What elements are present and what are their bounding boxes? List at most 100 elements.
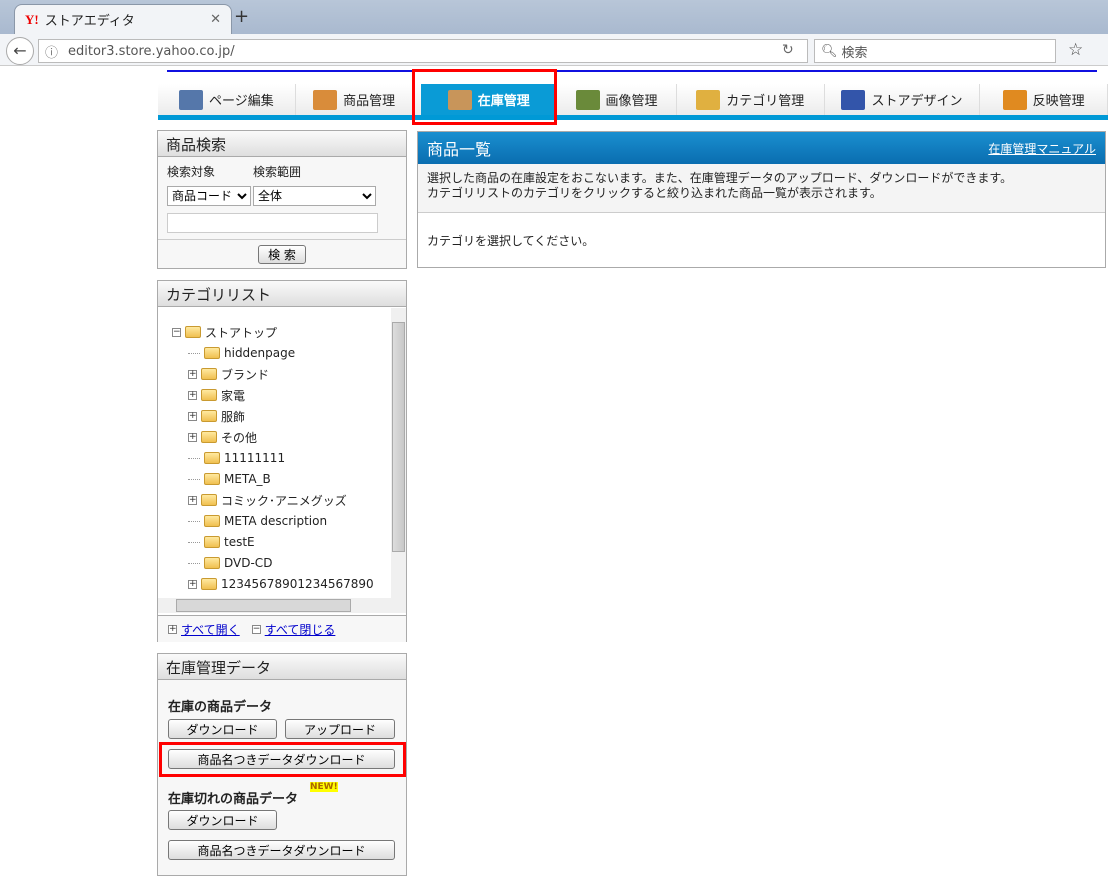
browser-search-input[interactable]: 🔍︎ 検索 (814, 39, 1056, 63)
search-scope-select[interactable]: 全体 (253, 186, 376, 206)
expand-all-link[interactable]: すべて開く (181, 621, 240, 638)
folder-icon (204, 515, 220, 527)
panel-title: 商品検索 (158, 131, 406, 157)
expand-icon[interactable]: + (188, 369, 197, 379)
search-icon: 🔍︎ (821, 43, 838, 59)
horizontal-scrollbar[interactable] (158, 598, 406, 613)
collapse-icon[interactable]: − (172, 327, 181, 337)
nav-tab[interactable]: ストアデザイン (825, 84, 981, 115)
back-arrow-icon[interactable]: ← (6, 37, 34, 65)
out-of-stock-heading: 在庫切れの商品データ (168, 792, 299, 807)
manual-link[interactable]: 在庫管理マニュアル (988, 140, 1096, 157)
category-label: コミック･アニメグッズ (221, 493, 347, 508)
nav-tab[interactable]: カテゴリ管理 (677, 84, 825, 115)
new-tab-icon[interactable]: + (234, 6, 249, 27)
category-label: 12345678901234567890 (221, 577, 374, 591)
expand-icon[interactable]: + (188, 390, 197, 400)
target-label: 検索対象 (167, 165, 216, 179)
folder-icon (204, 557, 220, 569)
page-edit-icon (178, 89, 203, 110)
search-button[interactable]: 検 索 (258, 245, 306, 264)
expand-icon[interactable]: + (188, 432, 197, 442)
description-line: カテゴリリストのカテゴリをクリックすると絞り込まれた商品一覧が表示されます。 (427, 186, 882, 200)
browser-tab-title: ストアエディタ (44, 14, 135, 29)
category-item[interactable]: META description (188, 511, 327, 531)
category-item[interactable]: META_B (188, 469, 271, 489)
collapse-all-link[interactable]: すべて閉じる (265, 621, 336, 638)
category-label: 家電 (221, 388, 246, 403)
header-divider (167, 70, 1097, 72)
category-label: その他 (221, 430, 258, 445)
category-item[interactable]: testE (188, 532, 255, 552)
reload-icon[interactable]: ↻ (782, 42, 794, 58)
category-label: META description (224, 514, 328, 528)
highlight-box (412, 69, 557, 125)
category-label: ストアトップ (205, 325, 278, 340)
category-root[interactable]: − ストアトップ (172, 322, 277, 342)
inventory-data-panel: 在庫管理データ 在庫の商品データ ダウンロード アップロード 商品名つきデータダ… (157, 653, 407, 876)
out-of-stock-named-download-button[interactable]: 商品名つきデータダウンロード (168, 840, 395, 860)
product-search-panel: 商品検索 検索対象 検索範囲 商品コード 全体 検 索 (157, 130, 407, 269)
nav-tab-label: 商品管理 (343, 94, 396, 109)
search-target-select[interactable]: 商品コード (167, 186, 251, 206)
search-placeholder: 検索 (841, 45, 868, 61)
description-line: 選択した商品の在庫設定をおこないます。また、在庫管理データのアップロード、ダウン… (427, 171, 1013, 185)
yahoo-favicon: Y! (25, 11, 39, 27)
close-tab-icon[interactable]: ✕ (210, 12, 221, 27)
nav-tab-label: 反映管理 (1032, 94, 1085, 109)
publish-icon (1002, 89, 1027, 110)
browser-tab[interactable]: Y! ストアエディタ ✕ (14, 4, 232, 34)
download-button[interactable]: ダウンロード (168, 719, 277, 739)
folder-icon (201, 494, 217, 506)
category-item[interactable]: DVD-CD (188, 553, 272, 573)
panel-title: カテゴリリスト (158, 281, 406, 307)
nav-tab[interactable]: ページ編集 (158, 84, 296, 115)
address-bar[interactable]: ⓘ editor3.store.yahoo.co.jp/ (38, 39, 808, 63)
nav-tab-label: 画像管理 (605, 94, 658, 109)
category-item[interactable]: + 服飾 (188, 406, 245, 426)
expand-icon[interactable]: + (188, 411, 197, 421)
expand-icon[interactable]: + (188, 495, 197, 505)
category-item[interactable]: + 家電 (188, 385, 245, 405)
category-item[interactable]: hiddenpage (188, 343, 295, 363)
category-item[interactable]: + その他 (188, 427, 257, 447)
vertical-scrollbar[interactable] (391, 308, 406, 598)
url-text: editor3.store.yahoo.co.jp/ (68, 43, 235, 59)
image-icon (575, 89, 600, 110)
folder-icon (185, 326, 201, 338)
expand-icon[interactable]: + (188, 579, 197, 589)
nav-tab[interactable]: 商品管理 (296, 84, 414, 115)
category-tree-icon (696, 89, 721, 110)
out-of-stock-download-button[interactable]: ダウンロード (168, 810, 277, 830)
nav-tab-label: ページ編集 (208, 94, 274, 109)
product-list-panel: 商品一覧 在庫管理マニュアル 選択した商品の在庫設定をおこないます。また、在庫管… (417, 131, 1106, 268)
category-item[interactable]: 11111111 (188, 448, 285, 468)
category-label: ブランド (221, 367, 270, 382)
folder-icon (201, 389, 217, 401)
status-message: カテゴリを選択してください。 (427, 234, 595, 248)
category-item[interactable]: +12345678901234567890 (188, 574, 374, 594)
nav-tab[interactable]: 反映管理 (980, 84, 1108, 115)
main-nav: ページ編集 商品管理 在庫管理 画像管理 カテゴリ管理 ストアデザイン 反映管理 (158, 84, 1108, 120)
keyword-input[interactable] (167, 213, 378, 233)
nav-tab-label: ストアデザイン (871, 94, 963, 109)
folder-icon (201, 578, 217, 590)
upload-button[interactable]: アップロード (285, 719, 395, 739)
folder-icon (201, 368, 217, 380)
clipboard-icon (313, 89, 338, 110)
nav-tab[interactable]: 画像管理 (557, 84, 677, 115)
bookmark-star-icon[interactable]: ☆ (1068, 40, 1083, 60)
category-item[interactable]: + コミック･アニメグッズ (188, 490, 347, 510)
panel-title: 在庫管理データ (158, 654, 406, 680)
folder-icon (204, 347, 220, 359)
design-grid-icon (841, 89, 866, 110)
folder-icon (204, 473, 220, 485)
folder-icon (204, 452, 220, 464)
nav-tab-label: カテゴリ管理 (726, 94, 805, 109)
category-label: 服飾 (221, 409, 246, 424)
category-item[interactable]: + ブランド (188, 364, 269, 384)
folder-icon (204, 536, 220, 548)
folder-icon (201, 431, 217, 443)
info-icon: ⓘ (45, 45, 59, 61)
scope-label: 検索範囲 (253, 165, 302, 179)
